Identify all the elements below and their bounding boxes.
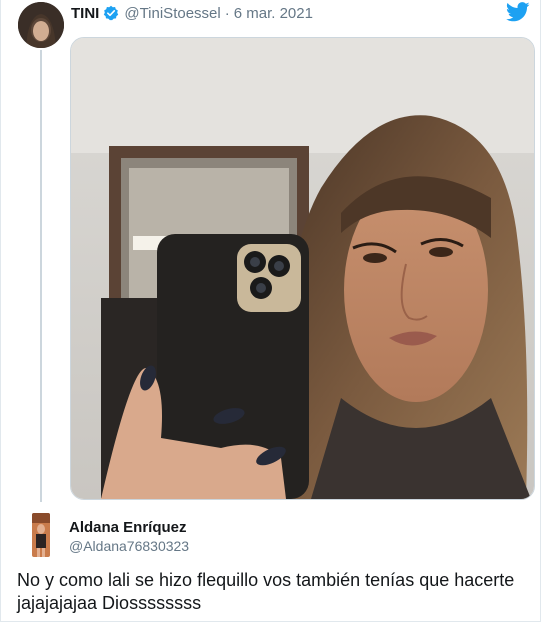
tweet-media-photo[interactable] (70, 37, 535, 500)
verified-badge-icon (103, 5, 119, 21)
tweet-date[interactable]: 6 mar. 2021 (234, 5, 313, 22)
author-handle[interactable]: @TiniStoessel (124, 5, 220, 22)
reply-handle[interactable]: @Aldana76830323 (69, 538, 189, 554)
thread-connector-line (40, 50, 42, 502)
tweet-card: TINI @TiniStoessel · 6 mar. 2021 Aldana … (0, 0, 541, 622)
reply-display-name[interactable]: Aldana Enríquez (69, 519, 187, 536)
tweet-header: TINI @TiniStoessel · 6 mar. 2021 (71, 4, 313, 22)
tweet-author-avatar[interactable] (18, 2, 64, 48)
reply-text: No y como lali se hizo flequillo vos tam… (17, 570, 515, 613)
twitter-bird-icon[interactable] (505, 2, 530, 22)
reply-author-avatar[interactable] (32, 513, 50, 557)
separator-dot: · (224, 4, 230, 22)
selfie-photo-illustration (71, 38, 534, 499)
author-display-name[interactable]: TINI (71, 5, 99, 22)
